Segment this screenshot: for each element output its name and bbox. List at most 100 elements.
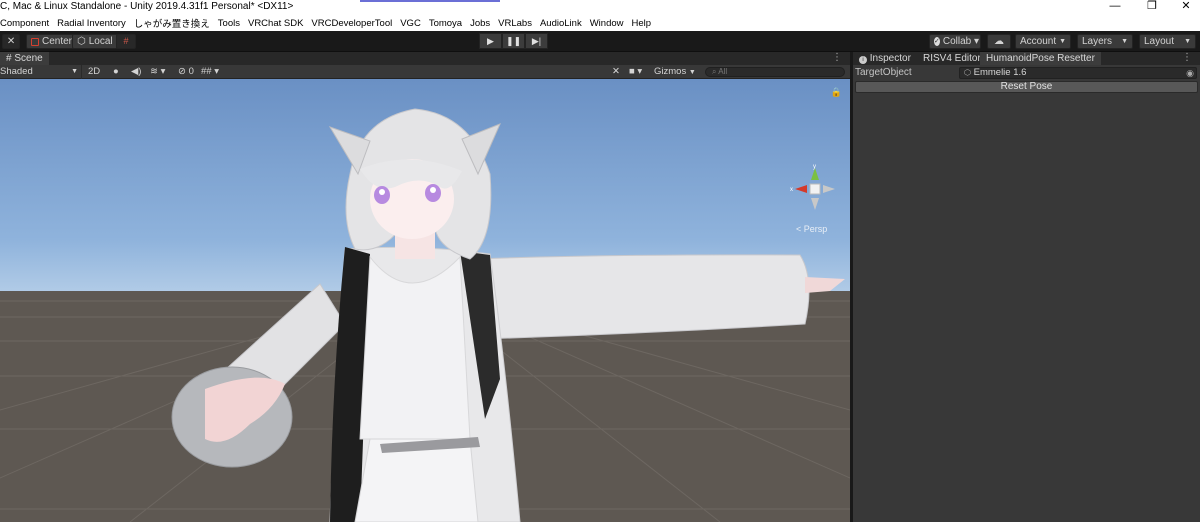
snap-grid-button[interactable]: #: [116, 34, 136, 49]
menu-audiolink[interactable]: AudioLink: [536, 18, 586, 29]
menu-tools[interactable]: Tools: [214, 18, 244, 29]
window-title: C, Mac & Linux Standalone - Unity 2019.4…: [0, 1, 294, 12]
scene-render: [0, 108, 850, 522]
tab-risv4-editor[interactable]: RISV4 Editor: [917, 52, 987, 65]
menu-vrlabs[interactable]: VRLabs: [494, 18, 536, 29]
tab-scene-label: Scene: [14, 53, 43, 64]
gizmos-label: Gizmos: [654, 66, 687, 77]
cube-icon: ⬡: [77, 36, 86, 47]
gameobject-icon: ⬡: [964, 68, 971, 77]
object-picker-icon[interactable]: ◉: [1186, 68, 1194, 78]
menu-tomoya[interactable]: Tomoya: [425, 18, 466, 29]
audio-toggle-icon[interactable]: ◀): [131, 65, 141, 79]
grid-icon: #: [6, 53, 12, 64]
scene-toolbar: Shaded ▼ 2D ● ◀) ≋ ▾ ⊘ 0 ## ▾ ✕ ■ ▾ Gizm…: [0, 65, 850, 79]
toggle-2d-button[interactable]: 2D: [88, 65, 100, 79]
tools-icon: ✕: [6, 36, 16, 47]
main-toolbar: ✕ Center ⬡ Local # ▶ ❚❚ ▶| ✓ Collab ▾ ☁ …: [0, 31, 1200, 52]
info-icon: i: [859, 56, 867, 64]
scene-viewport[interactable]: y x < Persp 🔒: [0, 79, 850, 522]
pause-button[interactable]: ❚❚: [502, 33, 525, 49]
target-object-label: TargetObject: [855, 67, 912, 78]
layout-dropdown[interactable]: Layout ▼: [1139, 34, 1196, 49]
target-object-value: Emmelie 1.6: [973, 67, 1027, 78]
account-dropdown[interactable]: Account ▼: [1015, 34, 1071, 49]
grid-snap-icon: #: [123, 36, 129, 46]
menu-window[interactable]: Window: [586, 18, 628, 29]
gizmos-dropdown[interactable]: Gizmos ▼: [654, 65, 696, 79]
menu-vrc-developer-tool[interactable]: VRCDeveloperTool: [307, 18, 396, 29]
account-label: Account: [1020, 36, 1057, 47]
play-controls: ▶ ❚❚ ▶|: [479, 33, 548, 49]
play-icon: ▶: [487, 36, 494, 46]
grid-toggle-icon[interactable]: ## ▾: [201, 65, 219, 79]
tab-inspector[interactable]: i Inspector: [853, 52, 917, 65]
gizmo-neg-x-cone[interactable]: [823, 185, 835, 193]
menu-bar: Component Radial Inventory しゃがみ置き換え Tool…: [0, 15, 1200, 31]
cloud-icon: ☁: [994, 36, 1004, 47]
scene-search-input[interactable]: ⌕ All: [705, 67, 845, 77]
pivot-icon: [31, 37, 39, 46]
menu-vgc[interactable]: VGC: [396, 18, 425, 29]
title-bar: C, Mac & Linux Standalone - Unity 2019.4…: [0, 0, 1200, 15]
lock-icon[interactable]: 🔒: [831, 87, 842, 98]
dropdown-arrow-icon: ▼: [1059, 38, 1067, 45]
pause-icon: ❚❚: [505, 36, 522, 46]
menu-component[interactable]: Component: [0, 18, 53, 29]
layers-label: Layers: [1082, 36, 1113, 47]
menu-shagami[interactable]: しゃがみ置き換え: [130, 16, 214, 30]
tab-scene[interactable]: # Scene: [0, 52, 49, 65]
step-button[interactable]: ▶|: [525, 33, 548, 49]
hidden-objects-toggle[interactable]: ⊘ 0: [178, 65, 194, 79]
menu-jobs[interactable]: Jobs: [466, 18, 494, 29]
lighting-toggle-icon[interactable]: ●: [113, 65, 119, 79]
camera-icon[interactable]: ■ ▾: [629, 65, 642, 79]
tools-button[interactable]: ✕: [2, 34, 20, 49]
reset-pose-button[interactable]: Reset Pose: [855, 81, 1198, 93]
collab-label: Collab ▾: [942, 36, 980, 47]
dropdown-arrow-icon: ▼: [1121, 38, 1128, 45]
minimize-button[interactable]: —: [1095, 0, 1135, 15]
shading-mode-dropdown[interactable]: Shaded ▼: [0, 65, 82, 79]
target-object-row: TargetObject ⬡ Emmelie 1.6 ◉: [853, 66, 1200, 80]
gizmo-center-cube[interactable]: [809, 183, 821, 195]
tools-icon[interactable]: ✕: [612, 65, 620, 79]
gizmo-x-cone[interactable]: [795, 185, 807, 193]
humanoidpose-resetter-panel: TargetObject ⬡ Emmelie 1.6 ◉ Reset Pose: [853, 65, 1200, 522]
pivot-mode-button[interactable]: Center: [26, 34, 78, 49]
pivot-rotation-button[interactable]: ⬡ Local: [72, 34, 118, 49]
pivot-mode-label: Center: [42, 36, 73, 47]
pivot-rotation-label: Local: [88, 36, 113, 47]
search-placeholder: All: [718, 67, 728, 76]
scene-tab-bar: # Scene ⋮: [0, 52, 850, 65]
dropdown-arrow-icon: ▼: [1184, 38, 1191, 45]
dropdown-arrow-icon: ▼: [71, 68, 78, 75]
step-icon: ▶|: [531, 36, 542, 46]
collab-button[interactable]: ✓ Collab ▾: [929, 34, 981, 49]
menu-vrchat-sdk[interactable]: VRChat SDK: [244, 18, 307, 29]
shading-mode-label: Shaded: [0, 66, 33, 77]
projection-toggle[interactable]: < Persp: [796, 224, 827, 234]
avatar-model: [171, 108, 845, 522]
close-button[interactable]: ✕: [1166, 0, 1200, 15]
orientation-gizmo[interactable]: y x: [790, 164, 840, 214]
target-object-field[interactable]: ⬡ Emmelie 1.6 ◉: [959, 67, 1197, 79]
layers-dropdown[interactable]: Layers ▼: [1077, 34, 1133, 49]
panel-menu-icon[interactable]: ⋮: [1182, 52, 1192, 63]
effects-toggle-icon[interactable]: ≋ ▾: [150, 65, 165, 79]
tab-humanoidpose-resetter[interactable]: HumanoidPose Resetter: [980, 52, 1101, 65]
inspector-tab-bar: i Inspector RISV4 Editor HumanoidPose Re…: [853, 52, 1200, 65]
cloud-button[interactable]: ☁: [987, 34, 1011, 49]
play-button[interactable]: ▶: [479, 33, 502, 49]
check-icon: ✓: [934, 37, 940, 46]
gizmo-x-label: x: [790, 187, 793, 193]
panel-menu-icon[interactable]: ⋮: [832, 52, 842, 63]
tab-inspector-label: Inspector: [869, 53, 911, 64]
layout-label: Layout: [1144, 36, 1175, 47]
menu-help[interactable]: Help: [628, 18, 656, 29]
menu-radial-inventory[interactable]: Radial Inventory: [53, 18, 130, 29]
dropdown-arrow-icon: ▼: [688, 69, 696, 76]
gizmo-neg-y-cone[interactable]: [811, 198, 819, 210]
eye-slash-icon: ⊘: [178, 66, 186, 77]
title-accent-line: [360, 0, 500, 2]
